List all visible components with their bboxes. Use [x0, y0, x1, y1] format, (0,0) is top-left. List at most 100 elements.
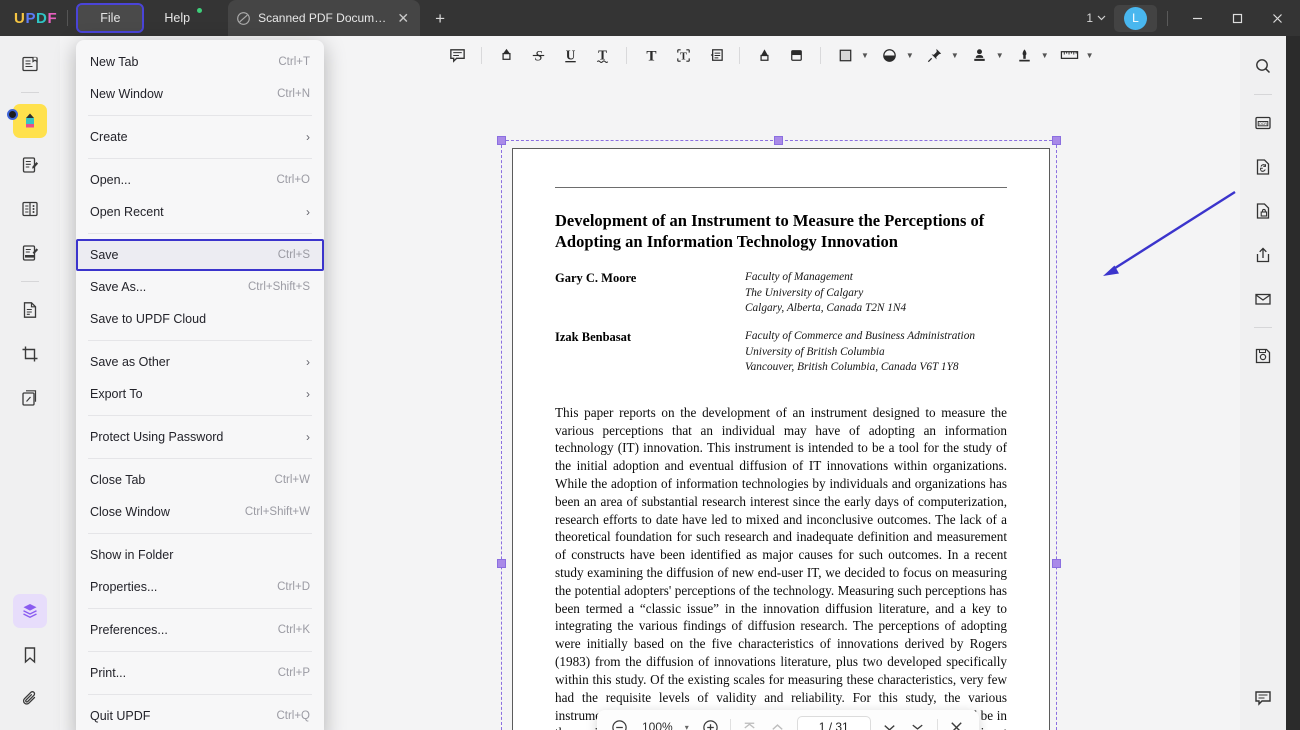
measure-tool-button[interactable]	[1055, 41, 1085, 69]
menu-properties[interactable]: Properties...Ctrl+D	[76, 571, 324, 603]
file-menu-dropdown[interactable]: New TabCtrl+TNew WindowCtrl+N Create› Open…	[76, 40, 324, 730]
menu-save-to-cloud[interactable]: Save to UPDF Cloud	[76, 303, 324, 335]
menu-show-in-folder[interactable]: Show in Folder	[76, 539, 324, 571]
zoom-in-button[interactable]	[698, 714, 724, 730]
stamp-tool[interactable]: ▼	[965, 41, 1008, 69]
ocr-button[interactable]: OCR	[1247, 107, 1279, 139]
help-menu-button[interactable]: Help	[142, 5, 212, 31]
resize-handle-tl[interactable]	[497, 136, 506, 145]
eraser-tool[interactable]	[781, 41, 811, 69]
sidebar-item-crop[interactable]	[13, 337, 47, 371]
menu-save[interactable]: SaveCtrl+S	[76, 239, 324, 271]
shape-tool-button[interactable]	[830, 41, 860, 69]
menu-print[interactable]: Print...Ctrl+P	[76, 657, 324, 689]
menu-item-label: Preferences...	[90, 623, 168, 637]
menu-open[interactable]: Open...Ctrl+O	[76, 164, 324, 196]
maximize-button[interactable]	[1218, 0, 1256, 36]
menu-export-to[interactable]: Export To›	[76, 378, 324, 410]
pin-caret-icon[interactable]: ▼	[951, 51, 963, 60]
sidebar-item-organize[interactable]	[13, 192, 47, 226]
first-page-button[interactable]	[737, 714, 763, 730]
zoom-dropdown-caret-icon[interactable]: ▾	[683, 723, 696, 730]
highlight-tool[interactable]	[491, 41, 521, 69]
sidebar-item-annotate[interactable]	[13, 104, 47, 138]
menu-create[interactable]: Create›	[76, 121, 324, 153]
account-button[interactable]: L	[1114, 5, 1157, 32]
tab-title: Scanned PDF Documents*	[258, 11, 387, 25]
menu-open-recent[interactable]: Open Recent›	[76, 196, 324, 228]
menu-close-window[interactable]: Close WindowCtrl+Shift+W	[76, 496, 324, 528]
window-count-button[interactable]: 1	[1080, 11, 1112, 25]
menu-close-tab[interactable]: Close TabCtrl+W	[76, 464, 324, 496]
save-button[interactable]	[1247, 340, 1279, 372]
pin-tool-button[interactable]	[920, 41, 950, 69]
file-menu-button[interactable]: File	[78, 5, 142, 31]
pdf-page[interactable]: Development of an Instrument to Measure …	[512, 148, 1050, 730]
menu-quit[interactable]: Quit UPDFCtrl+Q	[76, 700, 324, 730]
sidebar-collapse-handle[interactable]	[7, 109, 18, 120]
share-button[interactable]	[1247, 239, 1279, 271]
zoom-level-value[interactable]: 100%	[634, 720, 681, 730]
strikethrough-tool[interactable]: S	[523, 41, 553, 69]
sidebar-item-edit-pdf[interactable]	[13, 148, 47, 182]
menu-save-as-other[interactable]: Save as Other›	[76, 346, 324, 378]
menu-divider	[88, 340, 312, 341]
highlight-area-caret-icon[interactable]: ▼	[906, 51, 918, 60]
measure-tool[interactable]: ▼	[1055, 41, 1098, 69]
comment-tool[interactable]	[442, 41, 472, 69]
last-page-button[interactable]	[905, 714, 931, 730]
search-button[interactable]	[1247, 50, 1279, 82]
highlight-area-tool[interactable]: ▼	[875, 41, 918, 69]
sticky-note-tool[interactable]	[700, 41, 730, 69]
menu-save-as[interactable]: Save As...Ctrl+Shift+S	[76, 271, 324, 303]
squiggly-tool[interactable]: T	[587, 41, 617, 69]
prev-page-button[interactable]	[765, 714, 791, 730]
stamp-caret-icon[interactable]: ▼	[996, 51, 1008, 60]
page-number-input[interactable]: 1 / 31	[797, 716, 871, 730]
feedback-button[interactable]	[1247, 682, 1279, 714]
convert-button[interactable]	[1247, 151, 1279, 183]
protect-button[interactable]	[1247, 195, 1279, 227]
sidebar-item-batch[interactable]	[13, 381, 47, 415]
sidebar-item-layers[interactable]	[13, 594, 47, 628]
sidebar-item-fill-sign[interactable]	[13, 236, 47, 270]
pin-tool[interactable]: ▼	[920, 41, 963, 69]
text-tool[interactable]: T	[636, 41, 666, 69]
sidebar-item-reader[interactable]	[13, 47, 47, 81]
sidebar-item-bookmarks[interactable]	[13, 638, 47, 672]
menu-new-window[interactable]: New WindowCtrl+N	[76, 78, 324, 110]
zoom-out-button[interactable]	[606, 714, 632, 730]
close-toolbar-button[interactable]	[944, 714, 970, 730]
signature-caret-icon[interactable]: ▼	[1041, 51, 1053, 60]
resize-handle-mr[interactable]	[1052, 559, 1061, 568]
sidebar-item-ocr[interactable]	[13, 293, 47, 327]
sidebar-item-attachments[interactable]	[13, 682, 47, 716]
next-page-button[interactable]	[877, 714, 903, 730]
new-tab-button[interactable]: +	[432, 8, 448, 29]
menu-item-label: Show in Folder	[90, 548, 173, 562]
minimize-button[interactable]	[1178, 0, 1216, 36]
resize-handle-ml[interactable]	[497, 559, 506, 568]
close-window-button[interactable]	[1258, 0, 1296, 36]
shape-caret-icon[interactable]: ▼	[861, 51, 873, 60]
menu-preferences[interactable]: Preferences...Ctrl+K	[76, 614, 324, 646]
underline-tool[interactable]: U	[555, 41, 585, 69]
text-box-tool[interactable]: T	[668, 41, 698, 69]
email-button[interactable]	[1247, 283, 1279, 315]
measure-caret-icon[interactable]: ▼	[1086, 51, 1098, 60]
signature-tool-button[interactable]	[1010, 41, 1040, 69]
pencil-tool[interactable]	[749, 41, 779, 69]
stamp-tool-button[interactable]	[965, 41, 995, 69]
affiliation-line: Vancouver, British Columbia, Canada V6T …	[745, 360, 975, 376]
resize-handle-tc[interactable]	[774, 136, 783, 145]
resize-handle-tr[interactable]	[1052, 136, 1061, 145]
menu-new-tab[interactable]: New TabCtrl+T	[76, 46, 324, 78]
document-tab[interactable]: Scanned PDF Documents* ✕	[228, 0, 420, 36]
shape-tool[interactable]: ▼	[830, 41, 873, 69]
highlight-area-button[interactable]	[875, 41, 905, 69]
menu-divider	[88, 694, 312, 695]
tab-close-icon[interactable]: ✕	[394, 9, 412, 27]
arrow-annotation[interactable]	[1095, 184, 1240, 284]
menu-protect-password[interactable]: Protect Using Password›	[76, 421, 324, 453]
signature-tool[interactable]: ▼	[1010, 41, 1053, 69]
